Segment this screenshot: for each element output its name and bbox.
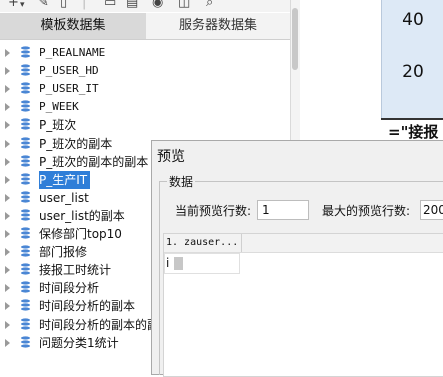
tree-item-label: P_班次 [39, 118, 77, 132]
database-icon [20, 173, 31, 186]
database-icon [20, 281, 31, 294]
tree-item[interactable]: P_USER_IT [0, 80, 290, 98]
expand-arrow-icon[interactable] [5, 194, 10, 202]
expand-arrow-icon[interactable] [5, 121, 10, 129]
expand-arrow-icon[interactable] [5, 158, 10, 166]
edit-icon[interactable]: ✎ [38, 0, 49, 10]
tree-item[interactable]: P_WEEK [0, 98, 290, 116]
tree-item-label: P_USER_HD [39, 64, 99, 77]
dataset-tabs: 模板数据集 服务器数据集 [0, 13, 290, 40]
divider: | [82, 0, 87, 10]
cell-cursor [174, 257, 183, 270]
tree-item-label: 时间段分析 [39, 281, 100, 295]
dropdown-icon[interactable]: ▾ [20, 0, 25, 12]
preview-dialog: 预览 数据 当前预览行数: 最大的预览行数: 1. zauser... i [151, 140, 443, 377]
column-header[interactable]: 1. zauser... [164, 234, 242, 252]
search-icon[interactable]: ⌕ [206, 0, 213, 10]
copy-icon[interactable]: ◫ [178, 0, 190, 10]
database-icon [20, 82, 31, 95]
database-icon [20, 64, 31, 77]
expand-arrow-icon[interactable] [5, 230, 10, 238]
tree-item-label: 部门报修 [39, 245, 88, 259]
expand-arrow-icon[interactable] [5, 67, 10, 75]
add-icon[interactable]: + [8, 0, 19, 10]
tree-item-label: user_list [39, 191, 89, 205]
expand-arrow-icon[interactable] [5, 140, 10, 148]
current-rows-input[interactable] [257, 200, 309, 220]
properties-icon[interactable]: ▤ [126, 0, 138, 10]
expand-arrow-icon[interactable] [5, 212, 10, 220]
expand-arrow-icon[interactable] [5, 176, 10, 184]
formula-text: ="接报 [388, 123, 439, 141]
sheet-cell[interactable]: 20 [382, 52, 443, 92]
database-icon [20, 155, 31, 168]
expand-arrow-icon[interactable] [5, 266, 10, 274]
divider [381, 118, 443, 120]
expand-arrow-icon[interactable] [5, 85, 10, 93]
tree-item-label: P_班次的副本的副本 [39, 155, 149, 169]
database-icon [20, 118, 31, 131]
current-rows-label: 当前预览行数: [175, 204, 252, 218]
data-group: 数据 当前预览行数: 最大的预览行数: 1. zauser... i [159, 173, 443, 377]
max-rows-label: 最大的预览行数: [322, 204, 411, 218]
tree-item-label: P_WEEK [39, 100, 79, 113]
expand-arrow-icon[interactable] [5, 302, 10, 310]
database-icon [20, 245, 31, 258]
tab-server-datasets[interactable]: 服务器数据集 [146, 13, 290, 39]
database-icon [20, 46, 31, 59]
database-icon [20, 209, 31, 222]
tree-item-label: 问题分类1统计 [39, 336, 119, 350]
grid-cell[interactable]: i [164, 253, 240, 274]
sheet-cell[interactable]: 40 [382, 0, 443, 40]
expand-arrow-icon[interactable] [5, 339, 10, 347]
database-icon [20, 299, 31, 312]
toolbar: + ▾ ✎ ▯ | ▭ ▤ ◉ ◫ ⌕ [0, 0, 290, 12]
database-icon[interactable]: ◉ [152, 0, 163, 10]
tree-item-label: 时间段分析的副本 [39, 299, 136, 313]
max-rows-input[interactable] [420, 200, 443, 220]
tree-item-label: P_REALNAME [39, 46, 106, 59]
dialog-title: 预览 [157, 149, 185, 165]
cell-value: i [166, 256, 170, 270]
preview-grid: 1. zauser... i [163, 233, 443, 377]
tree-item[interactable]: P_REALNAME [0, 44, 290, 62]
database-icon [20, 227, 31, 240]
tree-item[interactable]: P_USER_HD [0, 62, 290, 80]
database-icon [20, 336, 31, 349]
grid-header: 1. zauser... [164, 234, 443, 253]
expand-arrow-icon[interactable] [5, 103, 10, 111]
database-icon [20, 100, 31, 113]
expand-arrow-icon[interactable] [5, 49, 10, 57]
tab-template-datasets[interactable]: 模板数据集 [0, 13, 146, 39]
database-icon [20, 137, 31, 150]
tree-item-label: P_生产IT [39, 171, 91, 189]
tree-item-label: user_list的副本 [39, 209, 125, 223]
group-title: 数据 [167, 173, 196, 190]
expand-arrow-icon[interactable] [5, 248, 10, 256]
tree-item-label: 保修部门top10 [39, 227, 122, 241]
database-icon [20, 263, 31, 276]
tree-item-label: P_USER_IT [39, 82, 99, 95]
database-icon [20, 191, 31, 204]
delete-icon[interactable]: ▯ [60, 0, 67, 10]
scrollbar-thumb[interactable] [292, 8, 298, 70]
tree-item-label: 时间段分析的副本的副 [39, 318, 160, 332]
expand-arrow-icon[interactable] [5, 284, 10, 292]
tree-item[interactable]: P_班次 [0, 116, 290, 134]
tree-item-label: 接报工时统计 [39, 263, 112, 277]
database-icon [20, 318, 31, 331]
preview-icon[interactable]: ▭ [104, 0, 116, 10]
sheet-column: 40 20 [381, 0, 443, 118]
tree-item-label: P_班次的副本 [39, 137, 113, 151]
expand-arrow-icon[interactable] [5, 321, 10, 329]
